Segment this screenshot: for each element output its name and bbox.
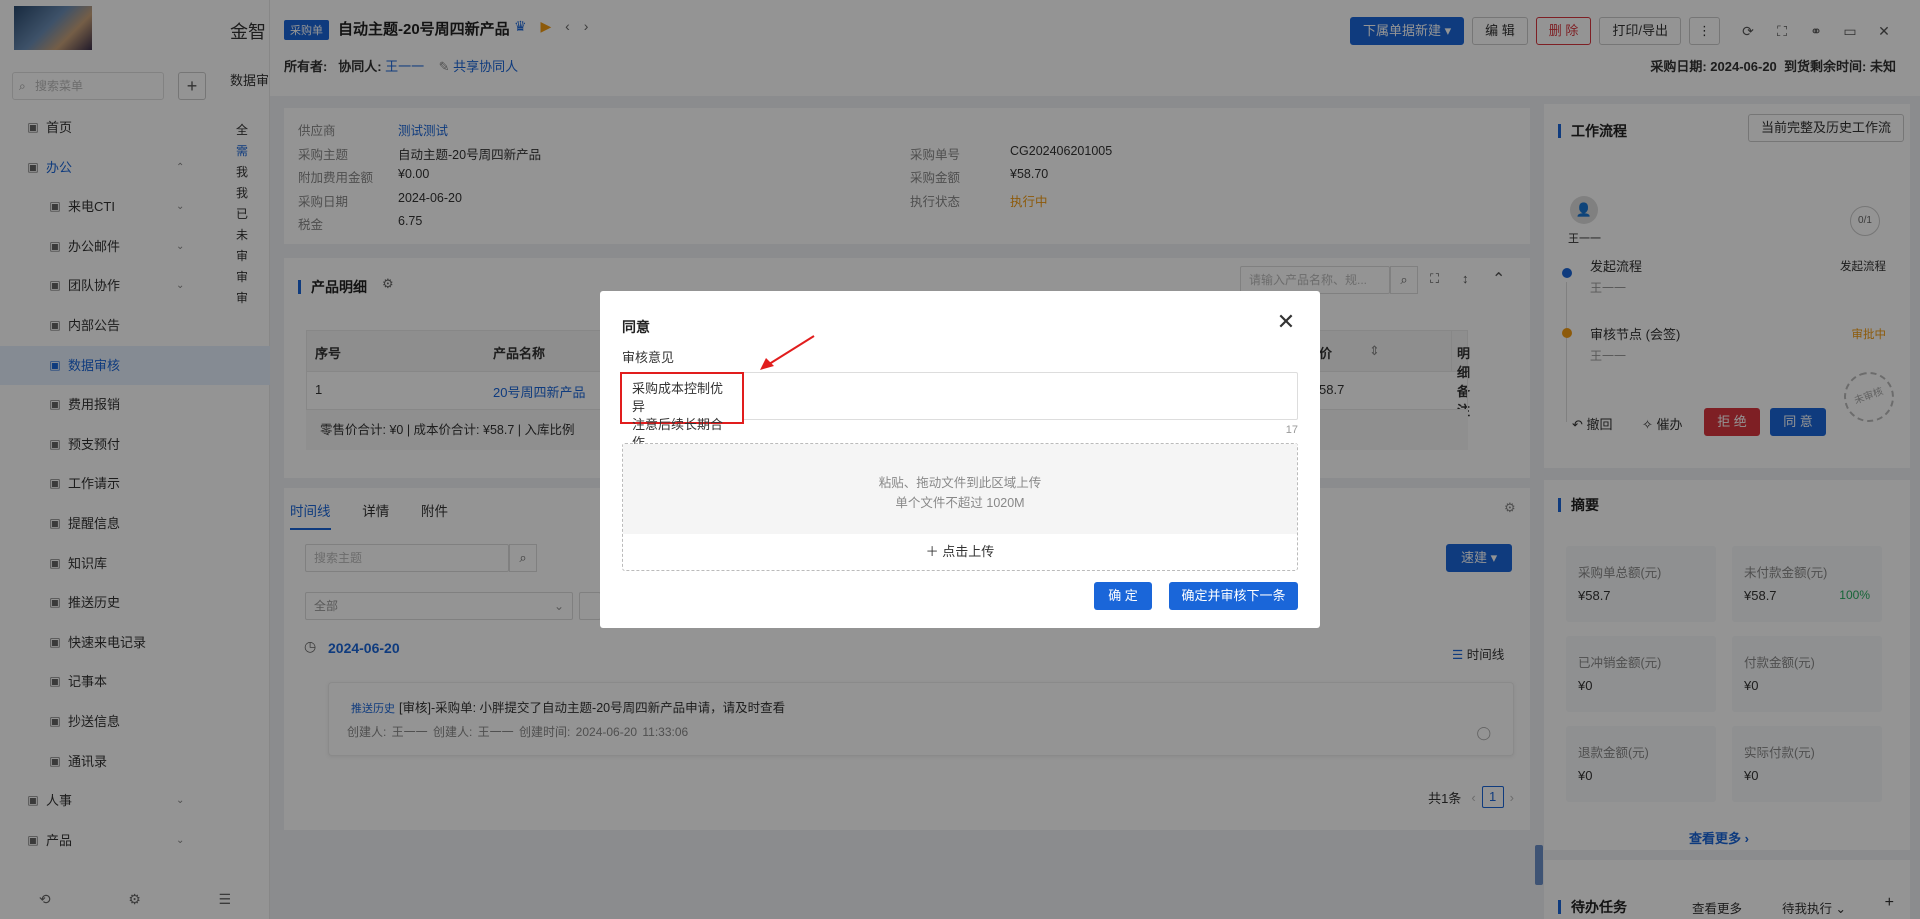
- confirm-next-button[interactable]: 确定并审核下一条: [1169, 582, 1298, 610]
- dialog-title: 同意: [622, 319, 650, 335]
- upload-dropzone[interactable]: 粘贴、拖动文件到此区域上传 单个文件不超过 1020M ＋ 点击上传: [622, 443, 1298, 571]
- close-icon[interactable]: ✕: [1274, 309, 1298, 335]
- opinion-text-highlight: 采购成本控制优异 注意后续长期合作: [620, 372, 744, 450]
- confirm-button[interactable]: 确 定: [1094, 582, 1152, 610]
- char-counter: 17: [1285, 424, 1298, 436]
- upload-button[interactable]: ＋ 点击上传: [623, 534, 1297, 570]
- opinion-label: 审核意见: [622, 350, 675, 365]
- annotation-arrow: [760, 335, 815, 370]
- approve-dialog: 同意 ✕ 审核意见 采购成本控制优异 注意后续长期合作 17 粘贴、拖动文件到此区…: [600, 291, 1320, 628]
